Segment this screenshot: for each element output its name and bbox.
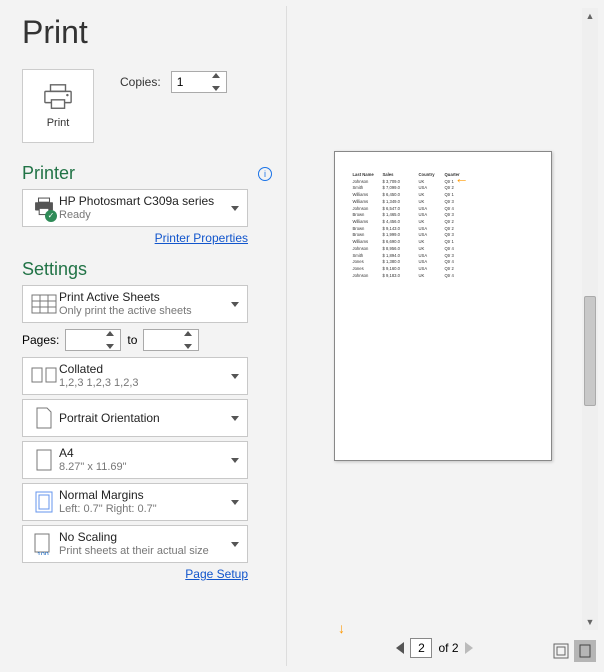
- collation-dropdown[interactable]: Collated 1,2,3 1,2,3 1,2,3: [22, 357, 248, 395]
- chevron-down-icon: [231, 374, 239, 379]
- pages-from-spinner[interactable]: [65, 329, 121, 351]
- scaling-icon: 100: [34, 533, 54, 555]
- chevron-down-icon: [231, 500, 239, 505]
- arrow-icon: ↓: [338, 620, 345, 636]
- copies-spinner[interactable]: [171, 71, 227, 93]
- info-icon[interactable]: i: [258, 167, 272, 181]
- chevron-up-icon[interactable]: [212, 73, 220, 78]
- pages-to-input[interactable]: [144, 333, 180, 347]
- preview-page: ← Last NameSalesCountryQuarterJohnson$ 3…: [334, 151, 552, 461]
- print-what-dropdown[interactable]: Print Active Sheets Only print the activ…: [22, 285, 248, 323]
- chevron-down-icon[interactable]: [106, 344, 114, 349]
- table-row: Johnson$ 9,183.0UKQtr 4: [353, 273, 533, 280]
- page-navigator: ↓ of 2: [287, 634, 582, 662]
- arrow-icon: ←: [455, 170, 469, 186]
- copies-label: Copies:: [120, 75, 161, 89]
- scroll-thumb[interactable]: [584, 296, 596, 406]
- svg-text:100: 100: [37, 552, 49, 555]
- copies-input[interactable]: [172, 75, 208, 89]
- chevron-down-icon: [231, 206, 239, 211]
- printer-heading: Printer i: [22, 163, 276, 184]
- table-row: Williams$ 1,349.0UKQtr 3: [353, 199, 533, 206]
- table-row: Williams$ 6,450.0UKQtr 1: [353, 192, 533, 199]
- chevron-down-icon[interactable]: [184, 344, 192, 349]
- chevron-up-icon[interactable]: [184, 331, 192, 336]
- printer-status: Ready: [59, 209, 227, 223]
- table-row: Brown$ 1,465.0USAQtr 3: [353, 212, 533, 219]
- table-row: Brown$ 9,143.0USAQtr 2: [353, 226, 533, 233]
- chevron-down-icon: [231, 542, 239, 547]
- pages-to-spinner[interactable]: [143, 329, 199, 351]
- chevron-down-icon[interactable]: [212, 86, 220, 91]
- collated-icon: [31, 367, 57, 385]
- printer-icon: [43, 83, 73, 111]
- table-row: Williams$ 4,456.0UKQtr 2: [353, 219, 533, 226]
- zoom-to-page-button[interactable]: [574, 640, 596, 662]
- printer-dropdown[interactable]: HP Photosmart C309a series Ready: [22, 189, 248, 227]
- settings-heading: Settings: [22, 259, 276, 280]
- table-row: Brown$ 1,999.0USAQtr 3: [353, 232, 533, 239]
- scroll-up-icon[interactable]: ▲: [586, 8, 595, 24]
- orientation-dropdown[interactable]: Portrait Orientation: [22, 399, 248, 437]
- table-row: Johnson$ 3,709.0UKQtr 1: [353, 179, 533, 186]
- table-row: Jones$ 1,380.0USAQtr 4: [353, 259, 533, 266]
- printer-name: HP Photosmart C309a series: [59, 194, 227, 209]
- scroll-down-icon[interactable]: ▼: [586, 614, 595, 630]
- printer-properties-link[interactable]: Printer Properties: [22, 231, 248, 245]
- page-of-text: of 2: [438, 641, 458, 655]
- next-page-button[interactable]: [465, 642, 473, 654]
- page-icon: [36, 449, 52, 471]
- table-row: Williams$ 6,690.0UKQtr 1: [353, 239, 533, 246]
- print-preview-panel: ▲ ▼ ← Last NameSalesCountryQuarterJohnso…: [286, 6, 598, 666]
- table-header: Sales: [383, 172, 413, 179]
- pages-to-label: to: [127, 333, 137, 347]
- page-title: Print: [22, 14, 276, 51]
- table-row: Jones$ 9,160.0USAQtr 2: [353, 266, 533, 273]
- table-row: Smith$ 7,099.0USAQtr 2: [353, 185, 533, 192]
- prev-page-button[interactable]: [396, 642, 404, 654]
- chevron-up-icon[interactable]: [106, 331, 114, 336]
- chevron-down-icon: [231, 458, 239, 463]
- check-icon: [45, 210, 57, 222]
- margins-icon: [35, 491, 53, 513]
- sheets-icon: [31, 294, 57, 314]
- scaling-dropdown[interactable]: 100 No Scaling Print sheets at their act…: [22, 525, 248, 563]
- paper-size-dropdown[interactable]: A4 8.27" x 11.69": [22, 441, 248, 479]
- table-row: Johnson$ 8,956.0UKQtr 4: [353, 246, 533, 253]
- chevron-down-icon: [231, 416, 239, 421]
- current-page-input[interactable]: [410, 638, 432, 658]
- pages-label: Pages:: [22, 333, 59, 347]
- page-setup-link[interactable]: Page Setup: [22, 567, 248, 581]
- table-header: Last Name: [353, 172, 377, 179]
- portrait-icon: [36, 407, 52, 429]
- table-row: Johnson$ 6,547.0USAQtr 4: [353, 206, 533, 213]
- print-button-label: Print: [47, 117, 70, 129]
- pages-from-input[interactable]: [66, 333, 102, 347]
- chevron-down-icon: [231, 302, 239, 307]
- show-margins-button[interactable]: [550, 640, 572, 662]
- print-button[interactable]: Print: [22, 69, 94, 143]
- table-row: Smith$ 1,894.0USAQtr 3: [353, 253, 533, 260]
- table-header: Country: [419, 172, 439, 179]
- margins-dropdown[interactable]: Normal Margins Left: 0.7" Right: 0.7": [22, 483, 248, 521]
